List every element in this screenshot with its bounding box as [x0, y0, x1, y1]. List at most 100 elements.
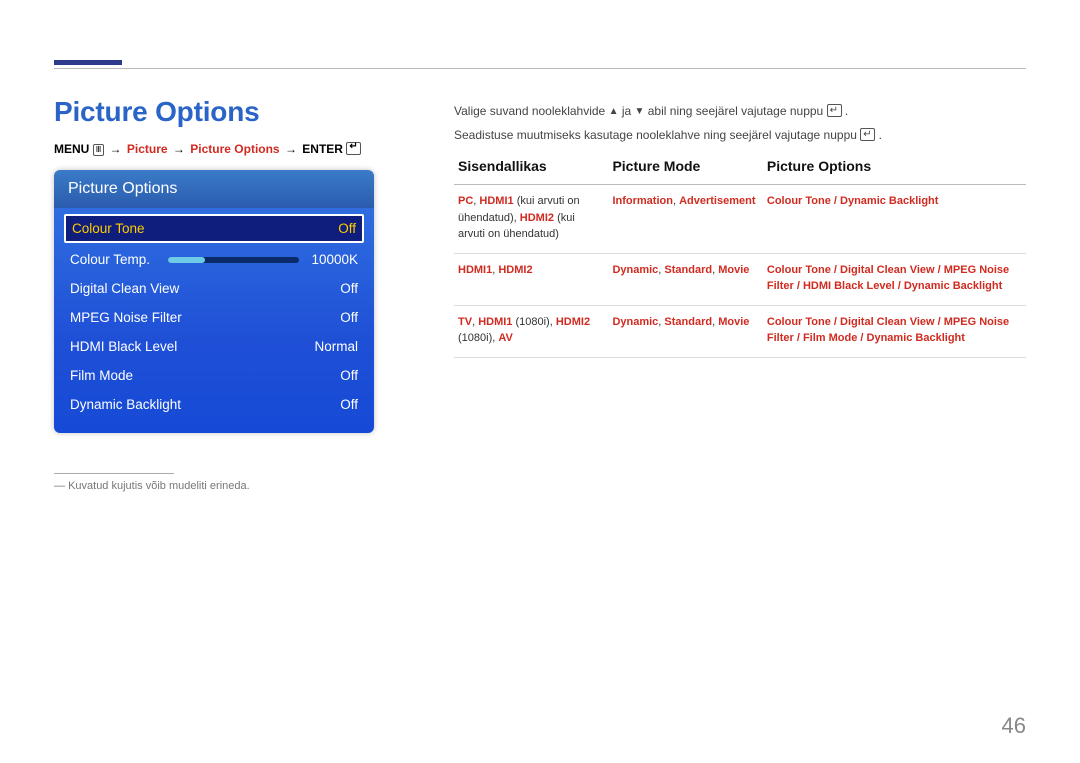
- options-table: Sisendallikas Picture Mode Picture Optio…: [454, 154, 1026, 358]
- osd-panel: Picture Options Colour Tone Off Colour Tem…: [54, 170, 374, 433]
- page-number: 46: [1002, 713, 1026, 739]
- highlight-term: Dynamic Backlight: [840, 195, 938, 207]
- osd-row-label: Colour Tone: [72, 221, 145, 236]
- cell-mode: Dynamic, Standard, Movie: [608, 253, 762, 305]
- cell-mode: Dynamic, Standard, Movie: [608, 305, 762, 357]
- osd-row[interactable]: HDMI Black Level Normal: [64, 332, 364, 361]
- highlight-term: /: [831, 264, 840, 276]
- highlight-term: Standard: [664, 264, 712, 276]
- highlight-term: Digital Clean View: [840, 264, 935, 276]
- highlight-term: AV: [498, 332, 512, 344]
- highlight-term: /: [831, 316, 840, 328]
- intro-text: .: [879, 128, 882, 142]
- breadcrumb-arrow: →: [108, 142, 124, 156]
- osd-row-value: Off: [340, 281, 358, 296]
- highlight-term: Dynamic Backlight: [904, 280, 1002, 292]
- highlight-term: Information: [612, 195, 673, 207]
- highlight-term: Digital Clean View: [840, 316, 935, 328]
- highlight-term: HDMI2: [520, 212, 554, 224]
- intro-line-2: Seadistuse muutmiseks kasutage nooleklah…: [454, 126, 1026, 144]
- cell-source: HDMI1, HDMI2: [454, 253, 608, 305]
- col-mode: Picture Mode: [608, 154, 762, 185]
- highlight-term: Colour Tone: [767, 316, 831, 328]
- footnote: ― Kuvatud kujutis võib mudeliti erineda.: [54, 480, 404, 492]
- osd-row[interactable]: Colour Temp. 10000K: [64, 245, 364, 274]
- highlight-term: HDMI2: [556, 316, 590, 328]
- osd-row-value: Off: [338, 221, 356, 236]
- highlight-term: TV: [458, 316, 472, 328]
- intro-text: .: [845, 104, 848, 118]
- highlight-term: Standard: [664, 316, 712, 328]
- intro-text: Seadistuse muutmiseks kasutage nooleklah…: [454, 128, 860, 142]
- osd-row-label: HDMI Black Level: [70, 339, 177, 354]
- intro-line-1: Valige suvand nooleklahvide ▲ ja ▼ abil …: [454, 102, 1026, 120]
- enter-icon: [827, 104, 842, 117]
- highlight-term: Advertisement: [679, 195, 755, 207]
- arrow-up-icon: ▲: [609, 104, 619, 119]
- breadcrumb-arrow: →: [171, 142, 187, 156]
- osd-slider[interactable]: [168, 257, 299, 263]
- cell-options: Colour Tone / Dynamic Backlight: [763, 185, 1026, 254]
- highlight-term: /: [895, 280, 904, 292]
- osd-row[interactable]: Colour Tone Off: [64, 214, 364, 243]
- osd-row-label: Colour Temp.: [70, 252, 150, 267]
- intro-text: abil ning seejärel vajutage nuppu: [648, 104, 827, 118]
- osd-row[interactable]: MPEG Noise FilterOff: [64, 303, 364, 332]
- highlight-term: HDMI1: [479, 195, 513, 207]
- table-row: TV, HDMI1 (1080i), HDMI2 (1080i), AVDyna…: [454, 305, 1026, 357]
- highlight-term: /: [935, 316, 944, 328]
- breadcrumb-picture-options: Picture Options: [190, 142, 279, 156]
- cell-options: Colour Tone / Digital Clean View / MPEG …: [763, 253, 1026, 305]
- enter-icon: [860, 128, 875, 141]
- highlight-term: Colour Tone: [767, 264, 831, 276]
- breadcrumb-menu: MENU: [54, 142, 89, 156]
- enter-icon: [346, 142, 361, 155]
- osd-row-value: 10000K: [311, 252, 358, 267]
- highlight-term: HDMI Black Level: [803, 280, 895, 292]
- highlight-term: PC: [458, 195, 473, 207]
- cell-source: PC, HDMI1 (kui arvuti on ühendatud), HDM…: [454, 185, 608, 254]
- cell-source: TV, HDMI1 (1080i), HDMI2 (1080i), AV: [454, 305, 608, 357]
- intro-text: Valige suvand nooleklahvide: [454, 104, 609, 118]
- highlight-term: Movie: [718, 316, 749, 328]
- footnote-rule: [54, 473, 174, 474]
- highlight-term: Dynamic: [612, 264, 658, 276]
- osd-row-value: Normal: [314, 339, 358, 354]
- menu-icon: Ⅲ: [93, 144, 105, 156]
- highlight-term: /: [857, 332, 866, 344]
- highlight-term: HDMI1: [458, 264, 492, 276]
- highlight-term: /: [794, 280, 803, 292]
- breadcrumb-picture: Picture: [127, 142, 168, 156]
- osd-body: Colour Tone Off Colour Temp. 10000K Digital …: [54, 208, 374, 433]
- cell-mode: Information, Advertisement: [608, 185, 762, 254]
- highlight-term: Dynamic Backlight: [867, 332, 965, 344]
- highlight-term: HDMI1: [478, 316, 512, 328]
- intro-text: ja: [622, 104, 635, 118]
- col-source: Sisendallikas: [454, 154, 608, 185]
- highlight-term: HDMI2: [498, 264, 532, 276]
- plain-term: (1080i),: [458, 332, 498, 344]
- highlight-term: Film Mode: [803, 332, 857, 344]
- cell-options: Colour Tone / Digital Clean View / MPEG …: [763, 305, 1026, 357]
- header-accent: [54, 60, 122, 65]
- osd-row-label: Film Mode: [70, 368, 133, 383]
- breadcrumb-enter: ENTER: [302, 142, 343, 156]
- arrow-down-icon: ▼: [635, 104, 645, 119]
- osd-row-value: Off: [340, 368, 358, 383]
- osd-row-value: Off: [340, 397, 358, 412]
- breadcrumb: MENU Ⅲ → Picture → Picture Options → ENT…: [54, 142, 404, 156]
- table-row: HDMI1, HDMI2Dynamic, Standard, MovieColo…: [454, 253, 1026, 305]
- osd-row-label: Digital Clean View: [70, 281, 179, 296]
- osd-row-label: MPEG Noise Filter: [70, 310, 182, 325]
- breadcrumb-arrow: →: [283, 142, 299, 156]
- osd-row-label: Dynamic Backlight: [70, 397, 181, 412]
- highlight-term: Dynamic: [612, 316, 658, 328]
- osd-row[interactable]: Dynamic Backlight Off: [64, 390, 364, 419]
- osd-row[interactable]: Digital Clean View Off: [64, 274, 364, 303]
- header-rule: [54, 68, 1026, 69]
- footnote-text: Kuvatud kujutis võib mudeliti erineda.: [68, 480, 250, 492]
- highlight-term: /: [831, 195, 840, 207]
- osd-header: Picture Options: [54, 170, 374, 208]
- osd-row[interactable]: Film Mode Off: [64, 361, 364, 390]
- highlight-term: Movie: [718, 264, 749, 276]
